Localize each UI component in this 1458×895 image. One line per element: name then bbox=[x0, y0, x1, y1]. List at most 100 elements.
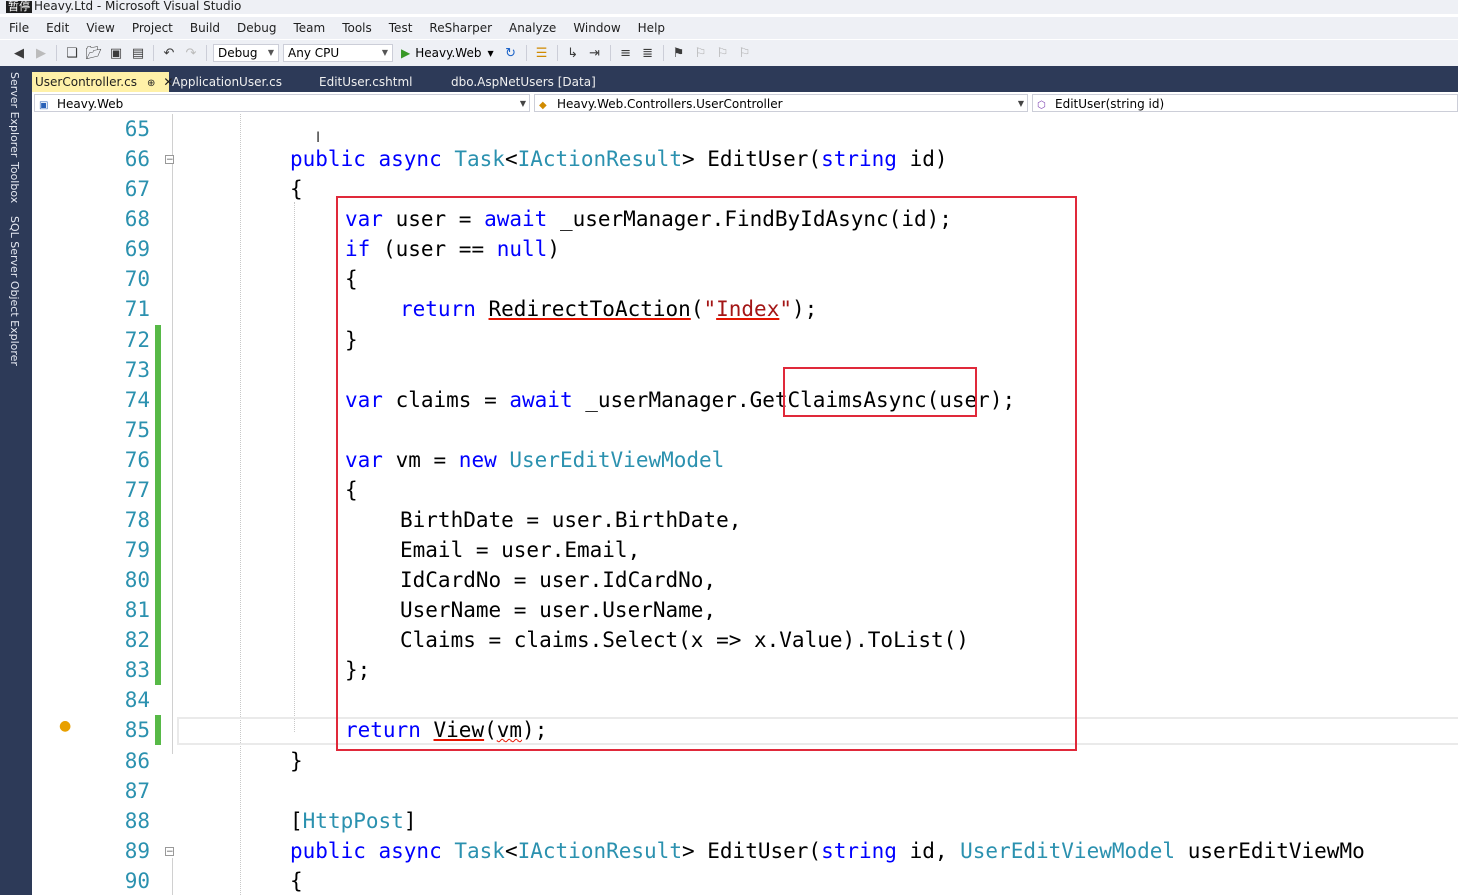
redo-icon[interactable]: ↷ bbox=[183, 45, 199, 61]
undo-icon[interactable]: ↶ bbox=[161, 45, 177, 61]
line-number: 90 bbox=[124, 869, 150, 893]
change-bar bbox=[155, 625, 161, 655]
text-cursor-icon: I bbox=[316, 130, 321, 146]
solution-config-value: Debug bbox=[218, 46, 258, 60]
member-dropdown[interactable]: ⬡ EditUser(string id) bbox=[1032, 94, 1458, 112]
change-bar bbox=[155, 715, 161, 745]
change-bar bbox=[155, 655, 161, 685]
menu-analyze[interactable]: Analyze bbox=[500, 17, 564, 39]
code-line: } bbox=[290, 749, 303, 773]
line-number: 85 bbox=[124, 718, 150, 742]
chevron-down-icon: ▼ bbox=[267, 48, 274, 57]
menu-resharper[interactable]: ReSharper bbox=[420, 17, 500, 39]
tab-applicationuser[interactable]: ApplicationUser.cs bbox=[169, 72, 285, 92]
menu-tools[interactable]: Tools bbox=[333, 17, 380, 39]
side-tab-sql-server-object-explorer[interactable]: SQL Server Object Explorer bbox=[8, 216, 21, 366]
tool-window-sidebar: Server Explorer Toolbox SQL Server Objec… bbox=[0, 66, 32, 895]
line-number: 78 bbox=[124, 508, 150, 532]
line-number: 80 bbox=[124, 568, 150, 592]
side-tab-toolbox[interactable]: Toolbox bbox=[8, 162, 21, 203]
run-target-label: Heavy.Web bbox=[415, 46, 482, 60]
toolbar-separator bbox=[153, 45, 154, 61]
menu-project[interactable]: Project bbox=[123, 17, 181, 39]
annotation-box bbox=[783, 367, 977, 417]
tab-edituser-cshtml[interactable]: EditUser.cshtml bbox=[316, 72, 416, 92]
menu-test[interactable]: Test bbox=[380, 17, 421, 39]
line-number: 65 bbox=[124, 117, 150, 141]
toolbar-separator bbox=[206, 45, 207, 61]
line-number: 69 bbox=[124, 237, 150, 261]
change-bar bbox=[155, 595, 161, 625]
line-number: 72 bbox=[124, 328, 150, 352]
line-number: 74 bbox=[124, 388, 150, 412]
class-icon: ◆ bbox=[539, 100, 547, 111]
line-number: 82 bbox=[124, 628, 150, 652]
browser-link-icon[interactable]: ☰ bbox=[534, 45, 550, 61]
chevron-down-icon: ▼ bbox=[519, 99, 526, 108]
open-file-icon[interactable]: 📂︎ bbox=[86, 45, 103, 61]
window-title: Heavy.Ltd - Microsoft Visual Studio bbox=[34, 0, 242, 13]
project-value: Heavy.Web bbox=[57, 97, 124, 111]
class-dropdown[interactable]: ◆ Heavy.Web.Controllers.UserController ▼ bbox=[534, 94, 1028, 112]
solution-config-dropdown[interactable]: Debug ▼ bbox=[213, 44, 279, 62]
prev-bookmark-icon[interactable]: ⚐ bbox=[693, 45, 709, 61]
change-bar bbox=[155, 535, 161, 565]
lightbulb-icon[interactable]: ● bbox=[59, 718, 73, 738]
collapse-toggle[interactable]: − bbox=[165, 155, 174, 165]
toolbar-separator bbox=[609, 45, 611, 61]
line-number: 77 bbox=[124, 478, 150, 502]
menu-edit[interactable]: Edit bbox=[37, 17, 77, 39]
tab-aspnetusers-data[interactable]: dbo.AspNetUsers [Data] bbox=[448, 72, 599, 92]
line-number: 84 bbox=[124, 688, 150, 712]
tab-usercontroller[interactable]: UserController.cs ⊕ ✕ bbox=[32, 72, 173, 92]
tab-label: ApplicationUser.cs bbox=[172, 75, 282, 89]
new-project-icon[interactable]: ❑ bbox=[64, 45, 80, 61]
forward-icon[interactable]: ▶ bbox=[33, 45, 49, 61]
chevron-down-icon: ▼ bbox=[487, 48, 494, 58]
menu-file[interactable]: File bbox=[0, 17, 37, 39]
uncomment-icon[interactable]: ≣ bbox=[640, 45, 656, 61]
toolbar-separator bbox=[525, 45, 527, 61]
show-next-statement-icon[interactable]: ⇥ bbox=[587, 45, 603, 61]
play-icon: ▶ bbox=[401, 46, 411, 60]
refresh-icon[interactable]: ↻ bbox=[503, 45, 519, 61]
comment-icon[interactable]: ≡ bbox=[618, 45, 634, 61]
menu-window[interactable]: Window bbox=[564, 17, 628, 39]
member-value: EditUser(string id) bbox=[1055, 97, 1165, 111]
chevron-down-icon: ▼ bbox=[1017, 99, 1024, 108]
platform-value: Any CPU bbox=[288, 46, 340, 60]
next-bookmark-icon[interactable]: ⚐ bbox=[715, 45, 731, 61]
platform-dropdown[interactable]: Any CPU ▼ bbox=[283, 44, 393, 62]
menu-team[interactable]: Team bbox=[284, 17, 333, 39]
menu-help[interactable]: Help bbox=[629, 17, 673, 39]
bookmark-icon[interactable]: ⚑ bbox=[671, 45, 687, 61]
collapse-toggle[interactable]: − bbox=[165, 847, 174, 857]
change-bar bbox=[155, 445, 161, 475]
line-number: 89 bbox=[124, 839, 150, 863]
method-icon: ⬡ bbox=[1037, 100, 1046, 111]
start-debugging-button[interactable]: ▶ Heavy.Web ▼ bbox=[401, 46, 494, 60]
code-editor[interactable]: 65 66 67 68 69 70 71 72 73 74 75 76 77 7… bbox=[32, 114, 1458, 895]
back-icon[interactable]: ◀ bbox=[11, 45, 27, 61]
save-all-icon[interactable]: ▤ bbox=[130, 45, 146, 61]
line-number: 70 bbox=[124, 267, 150, 291]
toolbar-separator bbox=[56, 45, 57, 61]
project-dropdown[interactable]: ▣ Heavy.Web ▼ bbox=[34, 94, 530, 112]
step-icon[interactable]: ↳ bbox=[565, 45, 581, 61]
line-number: 87 bbox=[124, 779, 150, 803]
menu-build[interactable]: Build bbox=[181, 17, 228, 39]
line-number: 66 bbox=[124, 147, 150, 171]
change-bar bbox=[155, 355, 161, 385]
menu-debug[interactable]: Debug bbox=[228, 17, 284, 39]
side-tab-server-explorer[interactable]: Server Explorer bbox=[8, 72, 21, 157]
clear-bookmarks-icon[interactable]: ⚐ bbox=[737, 45, 753, 61]
menu-view[interactable]: View bbox=[77, 17, 122, 39]
save-icon[interactable]: ▣ bbox=[108, 45, 124, 61]
paused-badge: 暂停 bbox=[6, 0, 32, 13]
annotation-box bbox=[336, 196, 1077, 751]
pin-icon[interactable]: ⊕ bbox=[147, 78, 155, 89]
line-number: 86 bbox=[124, 749, 150, 773]
line-number: 81 bbox=[124, 598, 150, 622]
line-number: 71 bbox=[124, 297, 150, 321]
code-line: { bbox=[290, 177, 303, 201]
